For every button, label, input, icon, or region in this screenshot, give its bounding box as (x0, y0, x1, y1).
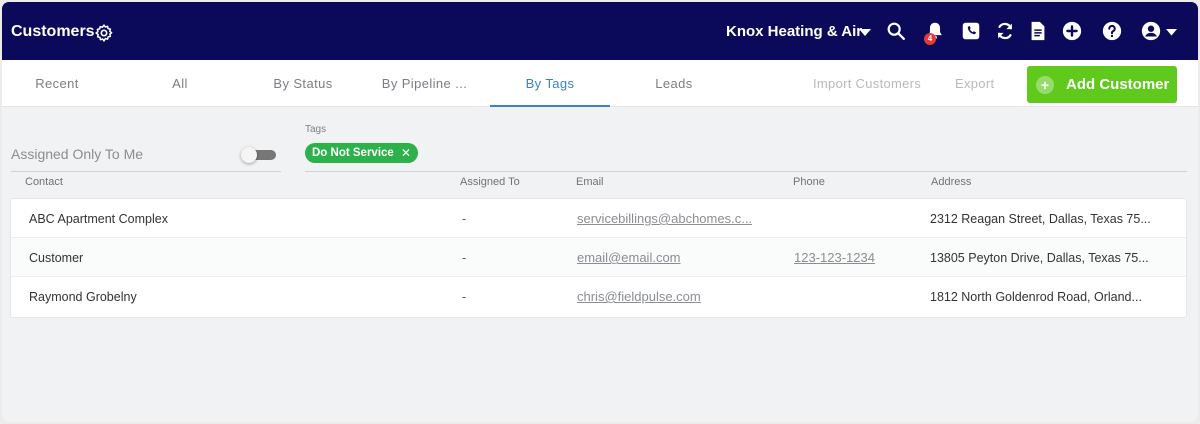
company-name[interactable]: Knox Heating & Air (726, 23, 862, 40)
document-icon[interactable] (1027, 20, 1049, 42)
table-row[interactable]: Customer - email@email.com 123-123-1234 … (11, 238, 1186, 277)
top-bar: Customers Knox Heating & Air 4 (2, 2, 1198, 60)
tags-underline (305, 171, 1187, 172)
user-account-icon[interactable] (1140, 20, 1162, 42)
phone-cell[interactable] (794, 277, 914, 316)
notification-badge: 4 (924, 33, 936, 45)
search-icon[interactable] (885, 20, 907, 42)
add-customer-label: Add Customer (1066, 76, 1170, 93)
email-cell[interactable]: chris@fieldpulse.com (577, 277, 777, 316)
tab-all[interactable]: All (130, 60, 230, 107)
import-customers-link[interactable]: Import Customers (813, 60, 921, 107)
tab-by-tags[interactable]: By Tags (490, 60, 610, 107)
column-header-assigned-to[interactable]: Assigned To (460, 176, 520, 188)
email-cell[interactable]: email@email.com (577, 238, 777, 277)
contact-cell[interactable]: Customer (29, 238, 449, 277)
tags-label: Tags (305, 124, 327, 135)
tab-recent[interactable]: Recent (12, 60, 102, 107)
plus-icon: + (1036, 75, 1054, 94)
address-cell: 13805 Peyton Drive, Dallas, Texas 75... (930, 251, 1149, 265)
assigned-cell: - (462, 212, 467, 226)
assigned-underline (11, 171, 281, 172)
column-header-email[interactable]: Email (576, 176, 604, 188)
sync-icon[interactable] (994, 20, 1016, 42)
phone-cell[interactable] (794, 199, 914, 238)
email-cell[interactable]: servicebillings@abchomes.c... (577, 199, 777, 238)
table-row[interactable]: ABC Apartment Complex - servicebillings@… (11, 199, 1186, 238)
assigned-cell: - (462, 290, 467, 304)
contact-cell[interactable]: ABC Apartment Complex (29, 199, 449, 238)
address-cell: 1812 North Goldenrod Road, Orland... (930, 290, 1142, 304)
export-link[interactable]: Export (955, 60, 994, 107)
tag-chip[interactable]: Do Not Service ✕ (305, 143, 418, 163)
add-customer-button[interactable]: + Add Customer (1027, 66, 1177, 103)
tabs-bar: Recent All By Status By Pipeline ... By … (2, 60, 1198, 107)
customers-table: ABC Apartment Complex - servicebillings@… (10, 198, 1187, 318)
app-window: Customers Knox Heating & Air 4 Recent Al… (2, 2, 1198, 422)
tab-leads[interactable]: Leads (628, 60, 720, 107)
account-caret-icon[interactable] (1166, 29, 1177, 36)
tag-chip-label: Do Not Service (312, 147, 394, 159)
page-title: Customers (11, 23, 95, 40)
contact-cell[interactable]: Raymond Grobelny (29, 277, 449, 316)
caret-down-icon[interactable] (859, 29, 871, 37)
toggle-knob (241, 147, 257, 163)
table-row[interactable]: Raymond Grobelny - chris@fieldpulse.com … (11, 277, 1186, 316)
assigned-only-label: Assigned Only To Me (11, 146, 144, 162)
assigned-cell: - (462, 251, 467, 265)
column-header-phone[interactable]: Phone (793, 176, 825, 188)
plus-circle-icon[interactable] (1061, 20, 1083, 42)
address-cell: 2312 Reagan Street, Dallas, Texas 75... (930, 212, 1151, 226)
phone-icon[interactable] (960, 20, 982, 42)
remove-tag-icon[interactable]: ✕ (401, 146, 411, 160)
column-header-address[interactable]: Address (931, 176, 971, 188)
tab-by-pipeline[interactable]: By Pipeline ... (372, 60, 477, 107)
column-header-contact[interactable]: Contact (25, 176, 63, 188)
help-icon[interactable] (1101, 20, 1123, 42)
tab-by-status[interactable]: By Status (252, 60, 354, 107)
gear-icon[interactable] (94, 23, 114, 43)
phone-cell[interactable]: 123-123-1234 (794, 238, 914, 277)
assigned-only-toggle[interactable] (241, 147, 276, 163)
